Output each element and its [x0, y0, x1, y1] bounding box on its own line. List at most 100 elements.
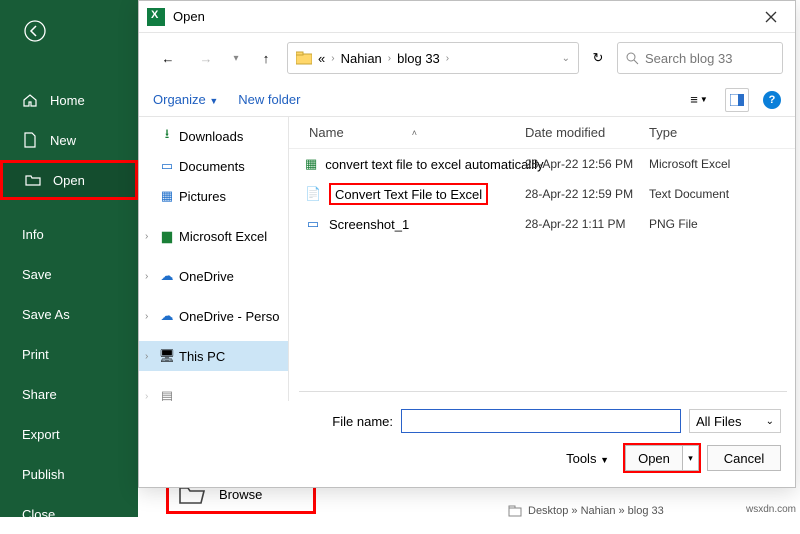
file-date: 28-Apr-22 12:59 PM	[525, 187, 649, 201]
tree-item-onedrive-personal[interactable]: ›☁OneDrive - Perso	[139, 301, 288, 331]
file-date: 28-Apr-22 1:11 PM	[525, 217, 649, 231]
tree-item-pictures[interactable]: ▦Pictures	[139, 181, 288, 211]
open-split-menu[interactable]: ▾	[683, 445, 699, 471]
chevron-down-icon: ▼	[700, 95, 708, 104]
search-box[interactable]: Search blog 33	[617, 42, 783, 74]
cloud-icon: ☁	[159, 308, 175, 324]
list-lines-icon: ≡	[690, 92, 698, 107]
pictures-icon: ▦	[159, 188, 175, 204]
sidebar-item-save[interactable]: Save	[0, 254, 138, 294]
sidebar-item-publish[interactable]: Publish	[0, 454, 138, 494]
browse-label: Browse	[219, 487, 262, 502]
tree-item-thispc[interactable]: ›🖥This PC	[139, 341, 288, 371]
tree-item-onedrive[interactable]: ›☁OneDrive	[139, 261, 288, 291]
chevron-right-icon: ›	[145, 311, 155, 322]
filename-input[interactable]	[401, 409, 681, 433]
file-date: 28-Apr-22 12:56 PM	[525, 157, 649, 171]
chevron-right-icon: ›	[145, 271, 155, 282]
file-type-filter[interactable]: All Files ⌄	[689, 409, 781, 433]
chevron-right-icon: ›	[145, 351, 155, 362]
sidebar-item-print[interactable]: Print	[0, 334, 138, 374]
folder-tree: ⭳Downloads ▭Documents ▦Pictures ›▆Micros…	[139, 117, 289, 401]
path-segment[interactable]: blog 33	[397, 51, 440, 66]
search-icon	[626, 52, 639, 65]
dialog-toolbar: Organize ▼ New folder ≡▼ ?	[139, 83, 795, 117]
tree-item-network[interactable]: ›▤	[139, 381, 288, 401]
chevron-down-icon: ▾	[688, 453, 693, 464]
sidebar-item-new[interactable]: New	[0, 120, 138, 160]
chevron-right-icon: ›	[331, 53, 334, 64]
chevron-right-icon: ›	[145, 231, 155, 242]
watermark-text: wsxdn.com	[746, 504, 796, 515]
nav-history-button[interactable]: ▾	[227, 41, 245, 75]
file-list-area: Name˄ Date modified Type ▦convert text f…	[289, 117, 795, 401]
column-type[interactable]: Type	[649, 125, 795, 140]
help-button[interactable]: ?	[763, 91, 781, 109]
open-file-dialog: Open ← → ▾ ↑ « › Nahian › blog 33 › ⌄ ↻ …	[138, 0, 796, 488]
file-list-header[interactable]: Name˄ Date modified Type	[289, 117, 795, 149]
dialog-titlebar: Open	[139, 1, 795, 33]
cancel-button[interactable]: Cancel	[707, 445, 781, 471]
view-layout-button[interactable]: ≡▼	[687, 88, 711, 112]
refresh-button[interactable]: ↻	[583, 50, 613, 66]
arrow-left-icon: ←	[162, 51, 175, 66]
help-icon: ?	[769, 94, 776, 106]
preview-pane-button[interactable]	[725, 88, 749, 112]
new-folder-button[interactable]: New folder	[238, 92, 300, 107]
network-icon: ▤	[159, 388, 175, 401]
chevron-down-icon: ▼	[600, 455, 609, 465]
chevron-right-icon: ›	[145, 391, 155, 402]
dialog-close-button[interactable]	[751, 1, 791, 32]
chevron-down-icon: ▾	[233, 53, 238, 64]
home-icon	[22, 92, 38, 108]
tree-item-downloads[interactable]: ⭳Downloads	[139, 121, 288, 151]
download-icon: ⭳	[159, 128, 175, 144]
folder-icon	[296, 51, 312, 65]
nav-up-button[interactable]: ↑	[249, 41, 283, 75]
address-bar[interactable]: « › Nahian › blog 33 › ⌄	[287, 42, 579, 74]
open-button[interactable]: Open	[625, 445, 683, 471]
chevron-down-icon: ⌄	[766, 416, 774, 427]
sidebar-item-saveas[interactable]: Save As	[0, 294, 138, 334]
backstage-sidebar: Home New Open Info Save Save As Print Sh…	[0, 0, 138, 517]
file-type: Text Document	[649, 187, 795, 201]
new-file-icon	[22, 132, 38, 148]
excel-app-icon	[147, 8, 165, 26]
nav-back-button[interactable]: ←	[151, 41, 185, 75]
sidebar-item-home[interactable]: Home	[0, 80, 138, 120]
sidebar-item-info[interactable]: Info	[0, 214, 138, 254]
filename-label: File name:	[153, 414, 393, 429]
horizontal-scrollbar[interactable]	[299, 391, 787, 401]
column-date[interactable]: Date modified	[525, 125, 649, 140]
back-button[interactable]	[0, 0, 138, 40]
recent-path-preview: Desktop » Nahian » blog 33	[508, 505, 664, 517]
arrow-up-icon: ↑	[263, 51, 270, 66]
open-folder-icon	[25, 172, 41, 188]
sidebar-item-close[interactable]: Close	[0, 494, 138, 534]
sidebar-item-open[interactable]: Open	[0, 160, 138, 200]
sidebar-label: Home	[50, 93, 85, 108]
column-name[interactable]: Name	[309, 125, 344, 140]
arrow-right-icon: →	[200, 51, 213, 66]
sidebar-item-export[interactable]: Export	[0, 414, 138, 454]
path-ellipsis: «	[318, 51, 325, 66]
tree-item-msexcel[interactable]: ›▆Microsoft Excel	[139, 221, 288, 251]
tree-item-documents[interactable]: ▭Documents	[139, 151, 288, 181]
sidebar-item-share[interactable]: Share	[0, 374, 138, 414]
file-row[interactable]: ▦convert text file to excel automaticall…	[289, 149, 795, 179]
nav-forward-button[interactable]: →	[189, 41, 223, 75]
file-row[interactable]: ▭Screenshot_1 28-Apr-22 1:11 PM PNG File	[289, 209, 795, 239]
chevron-down-icon[interactable]: ⌄	[562, 53, 570, 64]
refresh-icon: ↻	[593, 50, 604, 66]
sidebar-label: Open	[53, 173, 85, 188]
organize-menu[interactable]: Organize ▼	[153, 92, 218, 107]
excel-file-icon: ▦	[305, 156, 317, 172]
dialog-nav-row: ← → ▾ ↑ « › Nahian › blog 33 › ⌄ ↻ Searc…	[139, 33, 795, 83]
file-row[interactable]: 📄Convert Text File to Excel 28-Apr-22 12…	[289, 179, 795, 209]
path-segment[interactable]: Nahian	[341, 51, 382, 66]
preview-pane-icon	[730, 94, 744, 106]
sidebar-label: New	[50, 133, 76, 148]
file-type: Microsoft Excel	[649, 157, 795, 171]
text-file-icon: 📄	[305, 186, 321, 202]
tools-menu[interactable]: Tools ▼	[566, 451, 609, 466]
